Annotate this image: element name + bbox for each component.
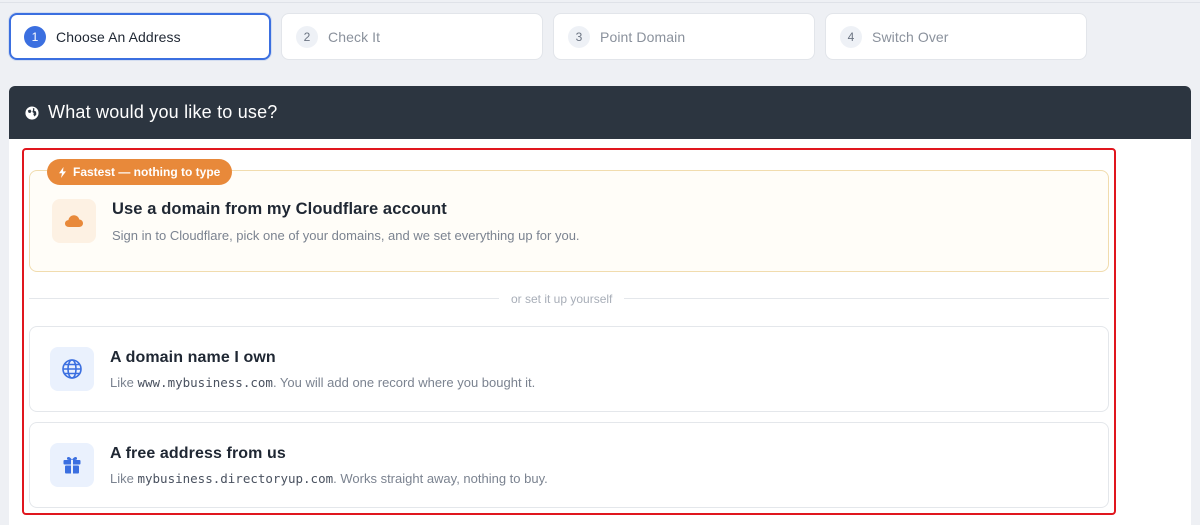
- desc-suffix: . Works straight away, nothing to buy.: [333, 470, 548, 486]
- desc-suffix: . You will add one record where you boug…: [272, 374, 536, 390]
- step-number: 2: [296, 25, 318, 48]
- address-choice-panel: What would you like to use? Use a domain…: [9, 86, 1191, 525]
- globe-icon: [25, 105, 39, 120]
- cloud-icon-tile: [52, 199, 96, 243]
- gift-icon-tile: [50, 443, 94, 487]
- step-number: 3: [568, 25, 590, 48]
- option-description: Sign in to Cloudflare, pick one of your …: [112, 227, 580, 243]
- step-point-domain[interactable]: 3 Point Domain: [553, 13, 815, 60]
- globe-icon: [62, 359, 82, 379]
- badge-label: Fastest — nothing to type: [73, 165, 221, 179]
- option-description: Like mybusiness.directoryup.com. Works s…: [110, 471, 548, 486]
- fastest-badge: Fastest — nothing to type: [47, 159, 233, 185]
- cloud-icon: [65, 215, 83, 227]
- step-label: Switch Over: [872, 28, 949, 45]
- step-label: Point Domain: [600, 28, 686, 45]
- desc-prefix: Like: [110, 374, 138, 390]
- step-choose-address[interactable]: 1 Choose An Address: [9, 13, 271, 60]
- step-label: Choose An Address: [56, 28, 181, 45]
- option-description: Like www.mybusiness.com. You will add on…: [110, 375, 535, 390]
- step-switch-over[interactable]: 4 Switch Over: [825, 13, 1087, 60]
- free-address-option-text: A free address from us Like mybusiness.d…: [110, 445, 548, 486]
- cloudflare-option-text: Use a domain from my Cloudflare account …: [112, 200, 580, 243]
- or-divider-text: or set it up yourself: [499, 292, 625, 306]
- free-address-option[interactable]: A free address from us Like mybusiness.d…: [29, 422, 1109, 508]
- gift-icon: [63, 457, 81, 474]
- top-divider: [0, 2, 1200, 3]
- desc-code: www.mybusiness.com: [137, 374, 273, 390]
- option-title: Use a domain from my Cloudflare account: [112, 199, 447, 218]
- panel-header: What would you like to use?: [9, 86, 1191, 139]
- bolt-icon: [59, 166, 66, 178]
- desc-prefix: Like: [110, 470, 138, 486]
- step-label: Check It: [328, 28, 381, 45]
- own-domain-option-text: A domain name I own Like www.mybusiness.…: [110, 349, 535, 390]
- cloudflare-domain-option[interactable]: Use a domain from my Cloudflare account …: [29, 170, 1109, 272]
- step-number: 1: [24, 25, 46, 48]
- own-domain-option[interactable]: A domain name I own Like www.mybusiness.…: [29, 326, 1109, 412]
- desc-code: mybusiness.directoryup.com: [137, 470, 334, 486]
- globe-icon-tile: [50, 347, 94, 391]
- option-title: A domain name I own: [110, 348, 276, 366]
- step-check-it[interactable]: 2 Check It: [281, 13, 543, 60]
- option-title: A free address from us: [110, 444, 286, 462]
- step-number: 4: [840, 25, 862, 48]
- panel-title: What would you like to use?: [48, 102, 278, 122]
